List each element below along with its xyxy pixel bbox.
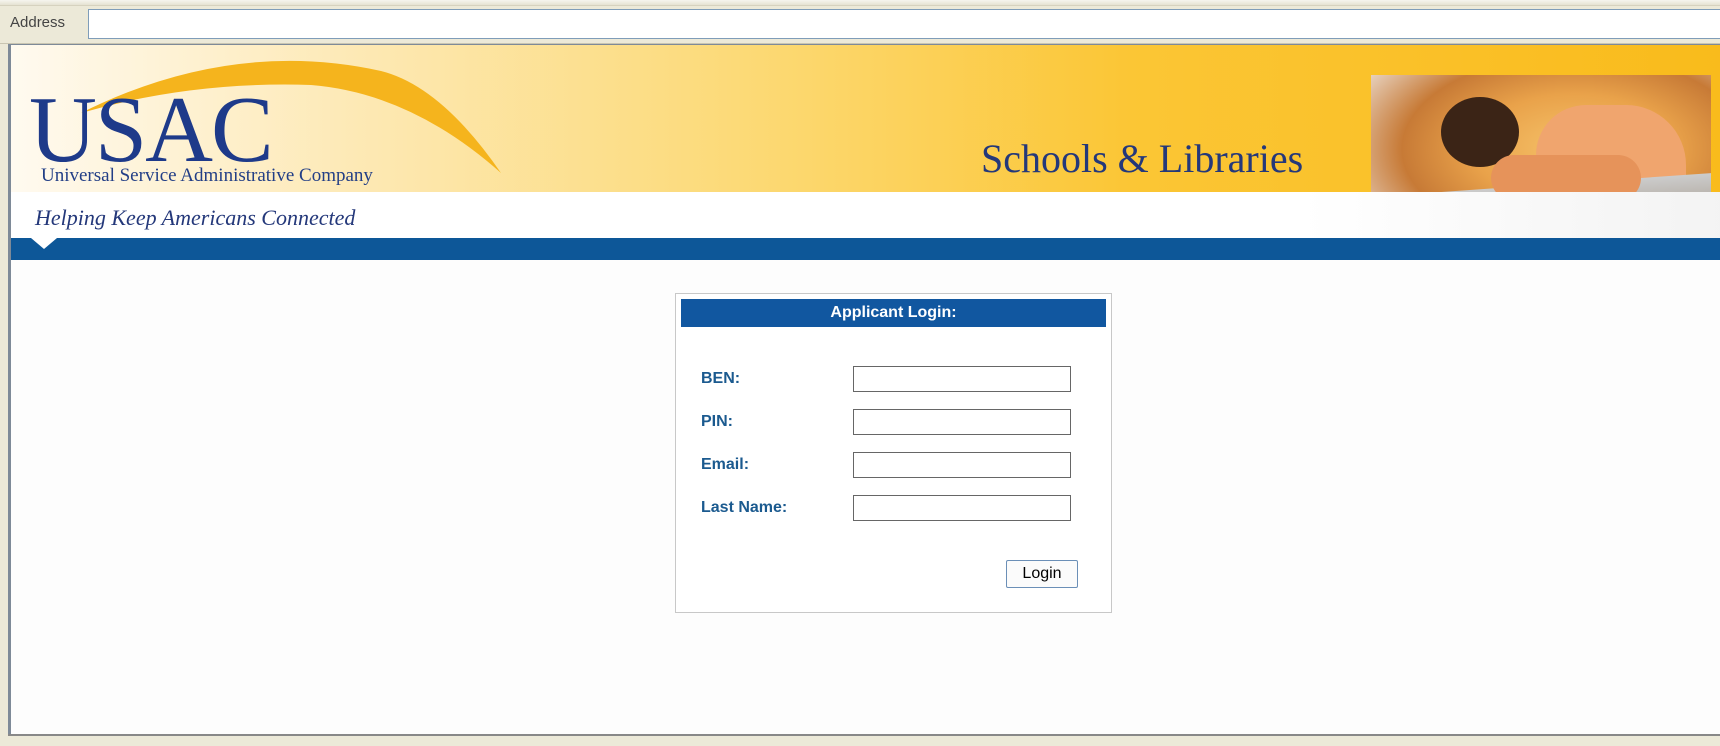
browser-toolbar-edge [0,0,1720,6]
page-viewport: USAC Universal Service Administrative Co… [8,44,1720,734]
company-name: Universal Service Administrative Company [41,165,373,186]
ben-label: BEN: [701,370,741,387]
applicant-login-panel: Applicant Login: BEN: PIN: Email: Last N… [675,293,1112,613]
site-header: USAC Universal Service Administrative Co… [11,45,1720,260]
pin-label: PIN: [701,413,733,430]
program-title: Schools & Libraries [981,136,1304,181]
band-notch-icon [31,238,57,249]
address-input[interactable] [88,9,1720,39]
email-input[interactable] [853,452,1071,478]
email-label: Email: [701,456,750,473]
site-tagline: Helping Keep Americans Connected [35,205,356,230]
tagline-strip: Helping Keep Americans Connected [11,192,1720,238]
usac-logo[interactable]: USAC [29,83,274,177]
pin-input[interactable] [853,409,1071,435]
ben-input[interactable] [853,366,1071,392]
last-name-input[interactable] [853,495,1071,521]
login-panel-title: Applicant Login: [681,299,1106,327]
browser-bottom-edge [8,734,1720,746]
header-divider-band [11,238,1720,260]
browser-address-bar: Address [0,0,1720,44]
address-label: Address [10,14,66,31]
last-name-label: Last Name: [701,499,788,516]
login-button[interactable]: Login [1006,560,1078,588]
